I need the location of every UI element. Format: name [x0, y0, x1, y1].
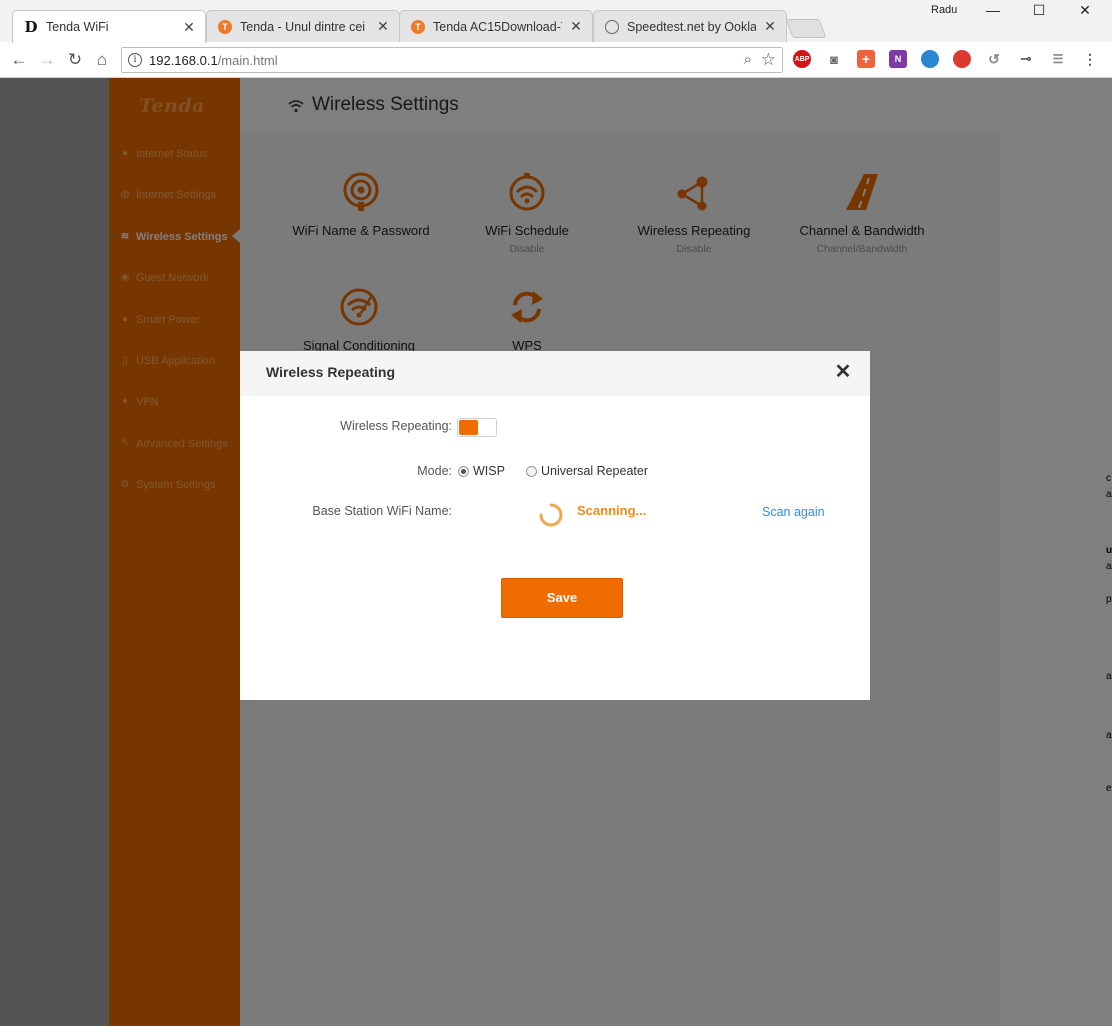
tab-title: Tenda AC15Download-Te: [433, 19, 562, 34]
plus-extension-icon[interactable]: +: [857, 50, 875, 68]
radio-universal-repeater-label[interactable]: Universal Repeater: [541, 464, 648, 478]
close-tab-icon[interactable]: ✕: [375, 18, 391, 35]
address-bar[interactable]: i 192.168.0.1/main.html ⌕ ☆: [121, 47, 783, 73]
tenda-favicon-icon: T: [217, 19, 233, 35]
document-text-fragment: a: [1106, 730, 1112, 741]
scanning-status: Scanning...: [577, 503, 647, 518]
list-icon[interactable]: ☰: [1049, 50, 1067, 68]
repeating-label: Wireless Repeating:: [340, 419, 452, 433]
document-text-fragment: e: [1106, 783, 1112, 794]
maximize-icon[interactable]: ☐: [1016, 0, 1062, 20]
tab-title: Tenda - Unul dintre cei m: [240, 19, 369, 34]
minimize-icon[interactable]: —: [970, 0, 1016, 20]
toggle-on-indicator: [459, 420, 478, 435]
browser-toolbar: ← → ↻ ⌂ i 192.168.0.1/main.html ⌕ ☆: [0, 42, 1112, 78]
tab-speedtest[interactable]: Speedtest.net by Ookla - ✕: [593, 10, 787, 42]
profile-name[interactable]: Radu: [931, 4, 957, 16]
reload-icon[interactable]: ↻: [65, 50, 85, 70]
home-icon[interactable]: ⌂: [92, 50, 112, 70]
onenote-icon[interactable]: N: [889, 50, 907, 68]
close-tab-icon[interactable]: ✕: [181, 19, 197, 36]
new-tab-button[interactable]: [785, 19, 827, 38]
radio-universal-repeater[interactable]: [526, 466, 537, 477]
back-icon[interactable]: ←: [9, 50, 29, 70]
tab-title: Speedtest.net by Ookla -: [627, 19, 756, 34]
close-tab-icon[interactable]: ✕: [762, 18, 778, 35]
camera-icon[interactable]: ◙: [825, 50, 843, 68]
document-text-fragment: u: [1106, 545, 1112, 556]
document-text-fragment: p: [1106, 594, 1112, 605]
url-path: /main.html: [217, 53, 278, 68]
page-viewport: Tenda ●Internet Status ◍Internet Setting…: [0, 78, 1112, 1026]
tab-tenda-unul[interactable]: T Tenda - Unul dintre cei m ✕: [206, 10, 400, 42]
menu-icon[interactable]: ⋮: [1081, 50, 1099, 68]
tenda-favicon-icon: T: [410, 19, 426, 35]
document-text-fragment: a: [1106, 561, 1112, 572]
dictionary-d-icon: D: [24, 18, 38, 36]
tab-tenda-wifi[interactable]: D Tenda WiFi ✕: [12, 10, 206, 43]
browser-titlebar: D Tenda WiFi ✕ T Tenda - Unul dintre cei…: [0, 0, 1112, 43]
pin-icon[interactable]: ⊸: [1017, 50, 1035, 68]
document-text-fragment: a: [1106, 489, 1112, 500]
wireless-repeating-toggle[interactable]: [457, 418, 497, 437]
forward-icon[interactable]: →: [37, 50, 57, 70]
adblock-plus-icon[interactable]: ABP: [793, 50, 811, 68]
radio-wisp[interactable]: [458, 466, 469, 477]
url-text[interactable]: 192.168.0.1/main.html: [149, 53, 278, 68]
close-tab-icon[interactable]: ✕: [568, 18, 584, 35]
mode-label: Mode:: [417, 464, 452, 478]
info-icon[interactable]: i: [128, 53, 142, 67]
speedtest-icon: [604, 19, 620, 35]
close-window-icon[interactable]: ✕: [1062, 0, 1108, 20]
tab-tenda-ac15[interactable]: T Tenda AC15Download-Te ✕: [399, 10, 593, 42]
document-text-fragment: c: [1106, 473, 1111, 484]
loading-spinner-icon: [539, 503, 563, 527]
radio-wisp-label[interactable]: WISP: [473, 464, 505, 478]
close-icon[interactable]: ✕: [832, 360, 854, 384]
tab-title: Tenda WiFi: [46, 20, 109, 34]
globe-icon[interactable]: [921, 50, 939, 68]
url-host: 192.168.0.1: [149, 53, 218, 68]
save-button[interactable]: Save: [501, 578, 623, 618]
bookmark-star-icon[interactable]: ☆: [761, 50, 776, 70]
document-text-fragment: a: [1106, 671, 1112, 682]
history-icon[interactable]: ↺: [985, 50, 1003, 68]
zoom-icon[interactable]: ⌕: [744, 51, 752, 68]
scan-again-link[interactable]: Scan again: [762, 505, 825, 519]
base-station-label: Base Station WiFi Name:: [312, 504, 452, 518]
wireless-repeating-dialog: Wireless Repeating ✕ Wireless Repeating:…: [240, 351, 870, 700]
dialog-title: Wireless Repeating: [266, 364, 396, 380]
lastpass-icon[interactable]: [953, 50, 971, 68]
adblock-label: ABP: [794, 55, 810, 63]
